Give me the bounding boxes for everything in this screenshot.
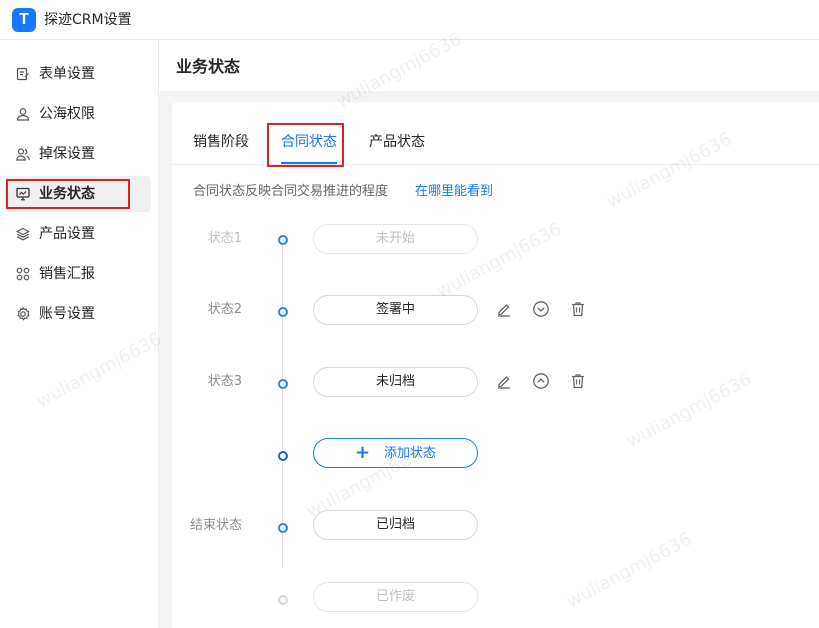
timeline-dot bbox=[278, 235, 288, 245]
monitor-icon bbox=[16, 187, 30, 201]
sidebar-item-account-settings[interactable]: 账号设置 bbox=[6, 296, 151, 332]
sidebar-item-label: 产品设置 bbox=[39, 226, 95, 242]
tab-contract-status[interactable]: 合同状态 bbox=[281, 132, 337, 152]
status-label: 状态3 bbox=[207, 374, 242, 389]
sidebar-item-label: 公海权限 bbox=[39, 106, 95, 122]
sidebar-item-business-status[interactable]: 业务状态 bbox=[6, 176, 151, 212]
sidebar: 表单设置 公海权限 掉保设置 业务状态 产品设置 销售汇报 账号设置 bbox=[0, 40, 159, 628]
sidebar-item-label: 掉保设置 bbox=[39, 146, 95, 162]
move-up-icon[interactable] bbox=[532, 372, 550, 390]
delete-icon[interactable] bbox=[569, 372, 587, 390]
app-title: 探迹CRM设置 bbox=[44, 12, 132, 28]
app-logo-icon: T bbox=[12, 8, 36, 32]
sidebar-item-label: 销售汇报 bbox=[39, 266, 95, 282]
status-pill[interactable]: 签署中 bbox=[313, 295, 478, 325]
sidebar-item-form-settings[interactable]: 表单设置 bbox=[6, 56, 151, 92]
add-status-label: 添加状态 bbox=[384, 446, 437, 461]
sidebar-item-product-settings[interactable]: 产品设置 bbox=[6, 216, 151, 252]
tab-bar: 销售阶段 合同状态 产品状态 bbox=[172, 102, 819, 167]
where-to-see-link[interactable]: 在哪里能看到 bbox=[415, 182, 493, 202]
app-window: T 探迹CRM设置 表单设置 公海权限 掉保设置 业务状态 产品设置 销售汇报 … bbox=[0, 0, 819, 628]
sidebar-item-public-pool[interactable]: 公海权限 bbox=[6, 96, 151, 132]
move-down-icon[interactable] bbox=[532, 300, 550, 318]
tab-description: 合同状态反映合同交易推进的程度 bbox=[193, 184, 389, 199]
status-label: 结束状态 bbox=[189, 518, 242, 533]
status-pill[interactable]: 未归档 bbox=[313, 367, 478, 397]
sidebar-item-label: 业务状态 bbox=[39, 186, 95, 202]
timeline-dot bbox=[278, 595, 288, 605]
edit-icon[interactable] bbox=[495, 300, 513, 318]
timeline-dot bbox=[278, 379, 288, 389]
status-actions bbox=[495, 372, 601, 392]
plus-icon: + bbox=[354, 442, 371, 463]
status-pill: 已作废 bbox=[313, 582, 478, 612]
timeline-line bbox=[282, 238, 283, 568]
sidebar-item-drop-settings[interactable]: 掉保设置 bbox=[6, 136, 151, 172]
tab-sales-stage[interactable]: 销售阶段 bbox=[193, 132, 249, 152]
sidebar-item-sales-report[interactable]: 销售汇报 bbox=[6, 256, 151, 292]
timeline-dot bbox=[278, 523, 288, 533]
active-tab-indicator bbox=[281, 162, 337, 164]
delete-icon[interactable] bbox=[569, 300, 587, 318]
grid-icon bbox=[16, 267, 30, 281]
layers-icon bbox=[16, 227, 30, 241]
page-header: 业务状态 bbox=[159, 40, 819, 91]
title-bar: T 探迹CRM设置 bbox=[0, 0, 819, 40]
status-pill[interactable]: 已归档 bbox=[313, 510, 478, 540]
status-pill: 未开始 bbox=[313, 224, 478, 254]
status-actions bbox=[495, 300, 601, 320]
timeline-dot bbox=[278, 451, 288, 461]
sidebar-item-label: 账号设置 bbox=[39, 306, 95, 322]
add-status-button[interactable]: + 添加状态 bbox=[313, 438, 478, 468]
page-title: 业务状态 bbox=[176, 57, 241, 76]
edit-icon[interactable] bbox=[495, 372, 513, 390]
main-content: 业务状态 销售阶段 合同状态 产品状态 合同状态反映合同交易推进的程度 在哪里能… bbox=[159, 40, 819, 628]
settings-card: 销售阶段 合同状态 产品状态 合同状态反映合同交易推进的程度 在哪里能看到 状态… bbox=[172, 102, 819, 628]
sidebar-item-label: 表单设置 bbox=[39, 66, 95, 82]
status-label: 状态1 bbox=[207, 231, 242, 246]
gear-icon bbox=[16, 307, 30, 321]
form-edit-icon bbox=[16, 67, 30, 81]
users-icon bbox=[16, 147, 30, 161]
user-icon bbox=[16, 107, 30, 121]
tab-product-status[interactable]: 产品状态 bbox=[369, 132, 425, 152]
timeline-dot bbox=[278, 307, 288, 317]
status-label: 状态2 bbox=[207, 302, 242, 317]
